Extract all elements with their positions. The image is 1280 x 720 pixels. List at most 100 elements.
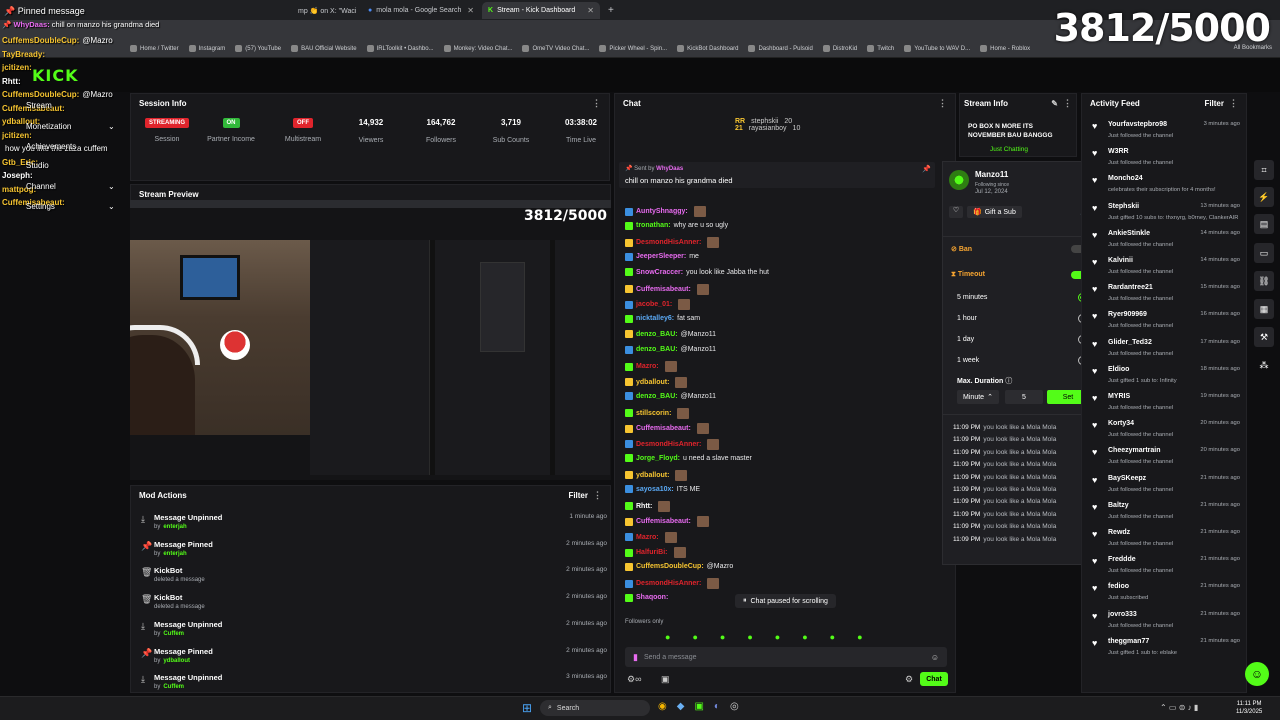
bookmark-item[interactable]: KickBot Dashboard <box>677 45 738 52</box>
bookmark-item[interactable]: YouTube to WAV D... <box>904 45 970 52</box>
clock[interactable]: 11:11 PM 11/3/2025 <box>1236 700 1262 716</box>
activity-item[interactable]: ♥ Eldioo Just gifted 1 sub to: Infinity 18 … <box>1090 366 1240 392</box>
activity-item[interactable]: ♥ Stephskii Just gifted 10 subs to: thxnyr… <box>1090 203 1240 229</box>
chat-username[interactable]: Rhtt: <box>636 503 652 510</box>
activity-item[interactable]: ♥ fedioo Just subscribed 21 minutes ago <box>1090 583 1240 609</box>
duration-amount-input[interactable]: 5 <box>1005 390 1043 404</box>
shield-icon[interactable]: ▣ <box>661 674 670 685</box>
unit-select[interactable]: Minute ⌃ <box>957 390 999 404</box>
moderator-name[interactable]: enterjah <box>163 551 186 557</box>
chat-message[interactable]: ydballout: <box>625 469 688 481</box>
chat-bot-icon[interactable]: ☺ <box>1245 662 1269 686</box>
chat-message[interactable]: ydballout: <box>625 376 688 388</box>
nav-item[interactable]: Studio <box>26 161 49 170</box>
activity-item[interactable]: ♥ Ryer909969 Just followed the channel 16 m… <box>1090 311 1240 337</box>
activity-item[interactable]: ♥ Freddde Just followed the channel 21 minu… <box>1090 556 1240 582</box>
chat-message[interactable]: DesmondHisAnner: <box>625 578 720 589</box>
chat-username[interactable]: Cuffemisabeaut: <box>636 518 691 525</box>
bookmark-item[interactable]: Dashboard - Pulsoid <box>748 45 813 52</box>
pin-icon[interactable]: 📌 <box>922 165 931 173</box>
chat-message[interactable]: Mazro: <box>625 361 677 372</box>
chat-username[interactable]: ydballout: <box>636 472 669 479</box>
chat-message[interactable]: denzo_BAU: @Manzo11 <box>625 345 716 354</box>
chat-message[interactable]: HalfuriBi: <box>625 547 686 558</box>
activity-item[interactable]: ♥ Moncho24 celebrates their subscription f… <box>1090 175 1240 201</box>
activity-item[interactable]: ♥ MYRIS Just followed the channel 19 minute… <box>1090 393 1240 419</box>
chat-message[interactable]: denzo_BAU: @Manzo11 <box>625 392 716 400</box>
emoji-icon[interactable]: ☺ <box>931 653 939 662</box>
moderator-name[interactable]: Cuffem <box>163 631 184 637</box>
status-badge[interactable]: OFF <box>293 118 313 128</box>
close-icon[interactable]: ✕ <box>467 6 474 15</box>
windows-start-icon[interactable]: ⊞ <box>522 701 532 715</box>
nav-item[interactable]: Channel <box>26 182 56 191</box>
chat-message[interactable]: Shaqoon: <box>625 593 671 602</box>
store-icon[interactable]: ▦ <box>1254 299 1274 319</box>
chat-username[interactable]: SnowCraccer: <box>636 269 683 276</box>
chat-username[interactable]: DesmondHisAnner: <box>636 441 701 448</box>
chat-username[interactable]: tronathan: <box>636 222 671 229</box>
mod-action-row[interactable]: ⤓ Message Unpinned by Cuffem 2 minutes ago <box>139 620 609 646</box>
lightning-icon[interactable]: ⚡ <box>1254 187 1274 207</box>
activity-item[interactable]: ♥ BaySKeepz Just followed the channel 21 mi… <box>1090 475 1240 501</box>
bookmark-item[interactable]: Picker Wheel - Spin... <box>599 45 667 52</box>
wrench-icon[interactable]: ⚒ <box>1254 327 1274 347</box>
activity-item[interactable]: ♥ Yourfavstepbro98 Just followed the chann… <box>1090 121 1240 147</box>
chat-username[interactable]: nicktalley6: <box>636 315 674 322</box>
moderator-name[interactable]: Cuffem <box>163 684 184 690</box>
mod-action-row[interactable]: 🗑 KickBot deleted a message 2 minutes ago <box>139 593 609 619</box>
moderator-name[interactable]: ydballout <box>163 658 190 664</box>
chat-username[interactable]: Mazro: <box>636 534 659 541</box>
chat-message[interactable]: stillscorin: <box>625 407 690 419</box>
gear-icon[interactable]: ⚙ <box>905 674 913 685</box>
chat-input[interactable]: ▮ Send a message ☺ <box>625 647 947 667</box>
new-tab-button[interactable]: + <box>602 2 616 19</box>
chat-username[interactable]: ydballout: <box>636 379 669 386</box>
chat-message[interactable]: SnowCraccer: you look like Jabba the hut <box>625 268 769 276</box>
stream-preview[interactable]: 3812/5000 <box>130 200 611 480</box>
chat-username[interactable]: AuntyShnaggy: <box>636 208 688 215</box>
chat-message[interactable]: nicktalley6: fat sam <box>625 314 700 323</box>
chat-paused-banner[interactable]: ⏸ Chat paused for scrolling <box>735 594 836 608</box>
chat-username[interactable]: denzo_BAU: <box>636 393 678 400</box>
chat-message[interactable]: JeeperSleeper: me <box>625 252 699 261</box>
browser-tab[interactable]: ● mola mola - Google Search ✕ <box>362 2 480 19</box>
emote-icon[interactable]: ● <box>747 632 752 644</box>
activity-item[interactable]: ♥ Kalvinii Just followed the channel 14 min… <box>1090 257 1240 283</box>
activity-item[interactable]: ♥ Cheezymartrain Just followed the channel… <box>1090 447 1240 473</box>
chat-message[interactable]: jacobe_01: <box>625 299 691 310</box>
bookmark-item[interactable]: Twitch <box>867 45 894 52</box>
chat-username[interactable]: stillscorin: <box>636 410 671 417</box>
document-icon[interactable]: ▤ <box>1254 214 1274 234</box>
bookmark-item[interactable]: IRLToolkit • Dashbo... <box>366 45 434 52</box>
chat-message[interactable]: Rhtt: <box>625 500 671 512</box>
nav-item[interactable]: Settings <box>26 202 55 211</box>
chat-message[interactable]: DesmondHisAnner: <box>625 237 720 248</box>
moderator-name[interactable]: enterjah <box>163 524 186 530</box>
chat-username[interactable]: DesmondHisAnner: <box>636 580 701 587</box>
mod-action-row[interactable]: 📌 Message Pinned by enterjah 2 minutes ago <box>139 540 609 566</box>
chrome-icon[interactable]: ◉ <box>658 701 667 712</box>
emote-icon[interactable]: ● <box>775 632 780 644</box>
chat-message[interactable]: tronathan: why are u so ugly <box>625 221 728 230</box>
more-icon[interactable]: ⋮ <box>1229 98 1238 109</box>
activity-item[interactable]: ♥ Rardantree21 Just followed the channel 15… <box>1090 284 1240 310</box>
emote-icon[interactable]: ● <box>830 632 835 644</box>
browser-tab[interactable]: mp 👏 on X: "Waci✕ <box>292 2 360 19</box>
chat-message[interactable]: Cuffemisabeaut: <box>625 283 709 295</box>
emote-icon[interactable]: ● <box>857 632 862 644</box>
chat-username[interactable]: denzo_BAU: <box>636 346 678 353</box>
close-icon[interactable]: ✕ <box>587 6 594 15</box>
bookmark-item[interactable]: DistroKid <box>822 45 857 52</box>
emote-icon[interactable]: ● <box>802 632 807 644</box>
link-icon[interactable]: ⛓ <box>1254 271 1274 291</box>
bookmark-item[interactable]: Monkey: Video Chat... <box>443 45 512 52</box>
heart-icon[interactable]: ♡ <box>949 206 963 218</box>
obs-icon[interactable]: ◎ <box>730 701 739 712</box>
bookmark-item[interactable]: (57) YouTube <box>235 45 281 52</box>
edit-icon[interactable]: ✎ <box>1051 99 1058 108</box>
chat-username[interactable]: Shaqoon: <box>636 594 668 601</box>
filter-button[interactable]: Filter <box>568 491 588 500</box>
activity-item[interactable]: ♥ theggman77 Just gifted 1 sub to: eblake 2… <box>1090 638 1240 664</box>
chat-username[interactable]: Jorge_Floyd: <box>636 455 680 462</box>
